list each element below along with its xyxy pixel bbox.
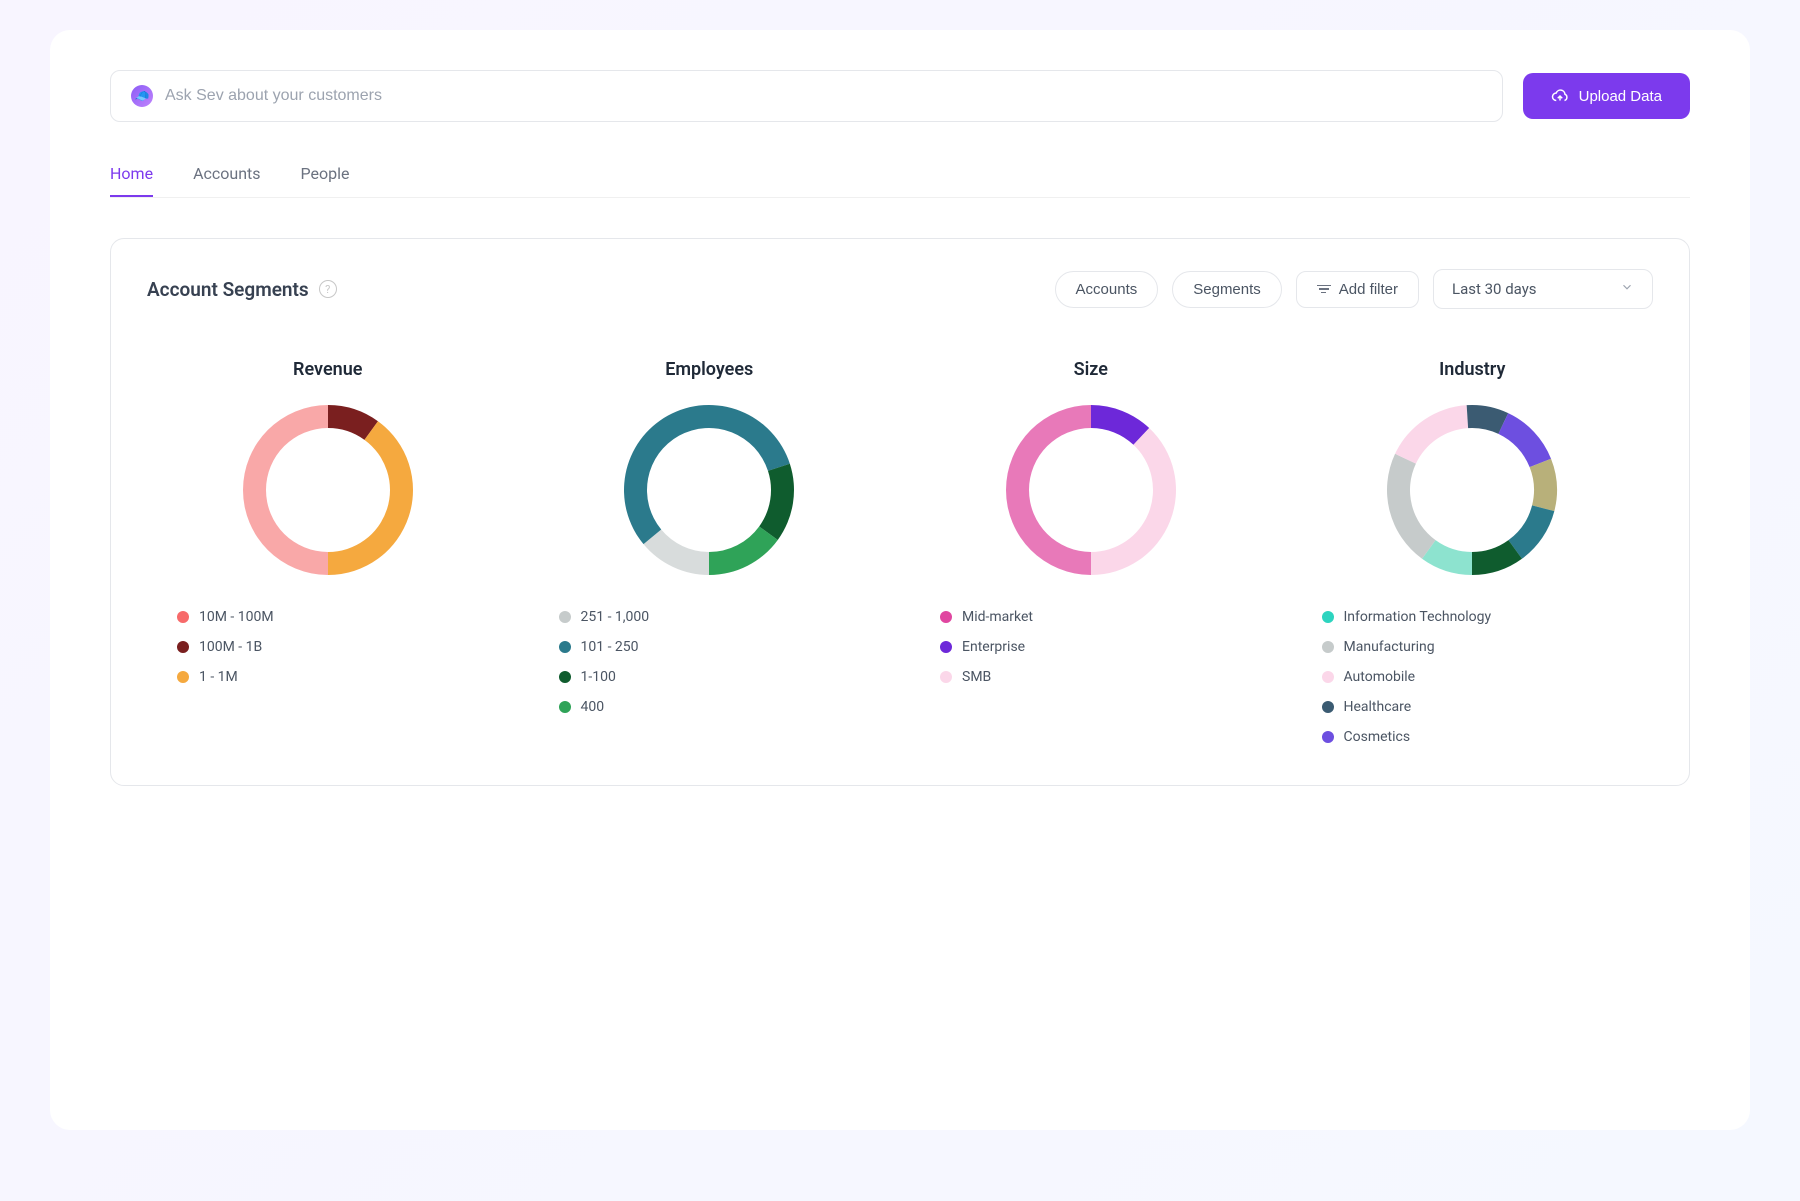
legend-dot (1322, 731, 1334, 743)
tabs: Home Accounts People (110, 152, 1690, 198)
legend-item[interactable]: Information Technology (1322, 609, 1492, 625)
segments-toggle-button[interactable]: Segments (1172, 271, 1282, 308)
donut-segment[interactable] (1006, 405, 1091, 575)
legend-item[interactable]: Enterprise (940, 639, 1033, 655)
legend-label: Mid-market (962, 609, 1033, 625)
bot-avatar-icon: 🧢 (131, 85, 153, 107)
app-frame: 🧢 Upload Data Home Accounts People Accou… (50, 30, 1750, 1130)
legend-label: 1 - 1M (199, 669, 238, 685)
legend-dot (559, 611, 571, 623)
legend-label: 251 - 1,000 (581, 609, 650, 625)
charts-row: Revenue 10M - 100M 100M - 1B 1 - 1M Employee… (147, 359, 1653, 745)
legend-label: 101 - 250 (581, 639, 639, 655)
cloud-upload-icon (1551, 87, 1569, 105)
legend-dot (940, 611, 952, 623)
legend-item[interactable]: Healthcare (1322, 699, 1492, 715)
upload-button-label: Upload Data (1579, 88, 1662, 105)
legend-label: 100M - 1B (199, 639, 262, 655)
card-header: Account Segments ? Accounts Segments Add… (147, 269, 1653, 309)
legend-dot (940, 641, 952, 653)
legend-dot (1322, 611, 1334, 623)
search-bar[interactable]: 🧢 (110, 70, 1503, 122)
legend-item[interactable]: SMB (940, 669, 1033, 685)
header-controls: Accounts Segments Add filter Last 30 day… (1055, 269, 1653, 309)
search-input[interactable] (165, 87, 1482, 105)
filter-icon (1317, 285, 1331, 294)
legend-item[interactable]: 101 - 250 (559, 639, 650, 655)
chart-column: Revenue 10M - 100M 100M - 1B 1 - 1M (147, 359, 509, 745)
legend-label: Information Technology (1344, 609, 1492, 625)
legend-dot (1322, 641, 1334, 653)
legend-item[interactable]: 1-100 (559, 669, 650, 685)
donut-segment[interactable] (1091, 428, 1176, 575)
legend-label: Automobile (1344, 669, 1416, 685)
legend-item[interactable]: Mid-market (940, 609, 1033, 625)
chart-title: Size (1074, 359, 1108, 380)
legend-label: Cosmetics (1344, 729, 1411, 745)
legend-item[interactable]: Automobile (1322, 669, 1492, 685)
legend-item[interactable]: 400 (559, 699, 650, 715)
chart-column: Size Mid-market Enterprise SMB (910, 359, 1272, 745)
legend-dot (559, 701, 571, 713)
legend-label: 400 (581, 699, 605, 715)
donut-segment[interactable] (1499, 413, 1552, 467)
account-segments-card: Account Segments ? Accounts Segments Add… (110, 238, 1690, 786)
card-title-wrap: Account Segments ? (147, 278, 337, 301)
date-range-label: Last 30 days (1452, 280, 1537, 298)
legend-label: Healthcare (1344, 699, 1412, 715)
donut-chart (238, 400, 418, 584)
upload-data-button[interactable]: Upload Data (1523, 73, 1690, 119)
help-icon[interactable]: ? (319, 280, 337, 298)
add-filter-label: Add filter (1339, 281, 1398, 298)
legend-label: Enterprise (962, 639, 1025, 655)
donut-segment[interactable] (243, 405, 328, 575)
legend-dot (559, 671, 571, 683)
legend-item[interactable]: 10M - 100M (177, 609, 274, 625)
accounts-toggle-button[interactable]: Accounts (1055, 271, 1159, 308)
chart-legend: 251 - 1,000 101 - 250 1-100 400 (529, 609, 650, 715)
chart-legend: Mid-market Enterprise SMB (910, 609, 1033, 685)
legend-item[interactable]: Cosmetics (1322, 729, 1492, 745)
chart-title: Industry (1439, 359, 1505, 380)
donut-chart (619, 400, 799, 584)
legend-dot (1322, 671, 1334, 683)
donut-segment[interactable] (1387, 454, 1436, 559)
donut-chart (1382, 400, 1562, 584)
chart-title: Revenue (293, 359, 362, 380)
legend-dot (940, 671, 952, 683)
date-range-select[interactable]: Last 30 days (1433, 269, 1653, 309)
legend-dot (559, 641, 571, 653)
card-title: Account Segments (147, 278, 309, 301)
add-filter-button[interactable]: Add filter (1296, 271, 1419, 308)
legend-label: 10M - 100M (199, 609, 274, 625)
donut-segment[interactable] (328, 421, 413, 575)
tab-home[interactable]: Home (110, 152, 153, 197)
legend-item[interactable]: Manufacturing (1322, 639, 1492, 655)
tab-people[interactable]: People (301, 152, 350, 197)
legend-dot (177, 671, 189, 683)
chart-legend: 10M - 100M 100M - 1B 1 - 1M (147, 609, 274, 685)
legend-dot (177, 641, 189, 653)
legend-item[interactable]: 251 - 1,000 (559, 609, 650, 625)
legend-label: SMB (962, 669, 991, 685)
legend-label: Manufacturing (1344, 639, 1435, 655)
chart-column: Employees 251 - 1,000 101 - 250 1-100 400 (529, 359, 891, 745)
tab-accounts[interactable]: Accounts (193, 152, 260, 197)
legend-dot (1322, 701, 1334, 713)
donut-segment[interactable] (1530, 459, 1557, 511)
chart-title: Employees (665, 359, 753, 380)
legend-label: 1-100 (581, 669, 616, 685)
chevron-down-icon (1620, 280, 1634, 298)
donut-chart (1001, 400, 1181, 584)
donut-segment[interactable] (1395, 405, 1468, 463)
top-bar: 🧢 Upload Data (110, 70, 1690, 122)
legend-item[interactable]: 100M - 1B (177, 639, 274, 655)
donut-segment[interactable] (709, 526, 778, 575)
legend-item[interactable]: 1 - 1M (177, 669, 274, 685)
legend-dot (177, 611, 189, 623)
donut-segment[interactable] (644, 530, 709, 575)
chart-column: Industry Information Technology Manufactur… (1292, 359, 1654, 745)
donut-segment[interactable] (759, 464, 794, 540)
chart-legend: Information Technology Manufacturing Autom… (1292, 609, 1492, 745)
